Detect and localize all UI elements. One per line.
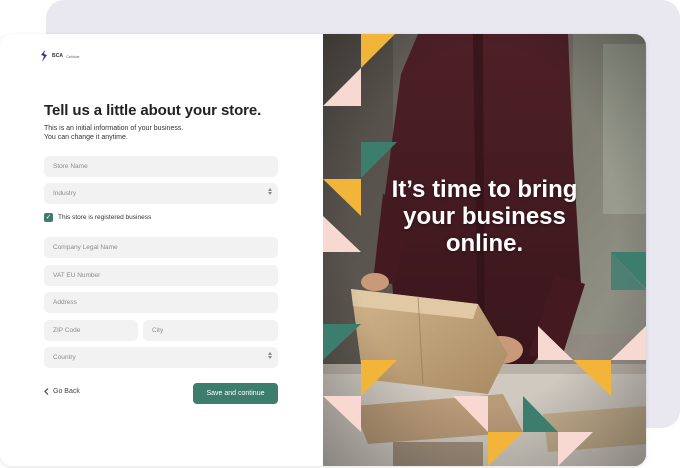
- form-panel: BCA Cellular Tell us a little about your…: [0, 34, 323, 466]
- brand-name: BCA: [52, 53, 64, 59]
- chevron-left-icon: [44, 388, 49, 395]
- registered-business-checkbox-row[interactable]: ✓ This store is registered business: [44, 213, 151, 222]
- subtitle-line-1: This is an initial information of your b…: [44, 125, 184, 132]
- zip-code-input[interactable]: ZIP Code: [44, 320, 138, 341]
- brand-suffix: Cellular: [66, 53, 80, 59]
- industry-select-value: Industry: [53, 190, 77, 197]
- hero-headline: It’s time to bring your business online.: [323, 176, 646, 257]
- industry-select[interactable]: Industry: [44, 183, 278, 204]
- stage: BCA Cellular Tell us a little about your…: [0, 0, 680, 468]
- address-input[interactable]: Address: [44, 292, 278, 313]
- logo-mark-icon: [41, 50, 47, 62]
- form-title: Tell us a little about your store.: [44, 102, 262, 119]
- hero-line-1: It’s time to bring: [391, 176, 578, 203]
- registered-business-checkbox[interactable]: ✓: [44, 213, 53, 222]
- brand-logo[interactable]: BCA Cellular: [39, 50, 80, 62]
- select-arrows-icon: [268, 188, 272, 195]
- go-back-link[interactable]: Go Back: [44, 388, 80, 395]
- vat-number-input[interactable]: VAT EU Number: [44, 265, 278, 286]
- select-arrows-icon: [268, 352, 272, 359]
- hero-line-3: online.: [445, 230, 524, 257]
- store-name-input[interactable]: Store Name: [44, 156, 278, 177]
- onboarding-window: BCA Cellular Tell us a little about your…: [0, 34, 646, 466]
- country-select-value: Country: [53, 354, 76, 361]
- save-and-continue-button[interactable]: Save and continue: [193, 383, 278, 404]
- company-legal-name-input[interactable]: Company Legal Name: [44, 237, 278, 258]
- hero-line-2: your business: [403, 203, 566, 230]
- subtitle-line-2: You can change it anytime.: [44, 134, 128, 141]
- country-select[interactable]: Country: [44, 347, 278, 368]
- form-subtitle: This is an initial information of your b…: [44, 124, 274, 142]
- city-input[interactable]: City: [143, 320, 278, 341]
- hero-panel: It’s time to bring your business online.: [323, 34, 646, 466]
- registered-business-label: This store is registered business: [58, 214, 152, 221]
- go-back-label: Go Back: [53, 388, 80, 395]
